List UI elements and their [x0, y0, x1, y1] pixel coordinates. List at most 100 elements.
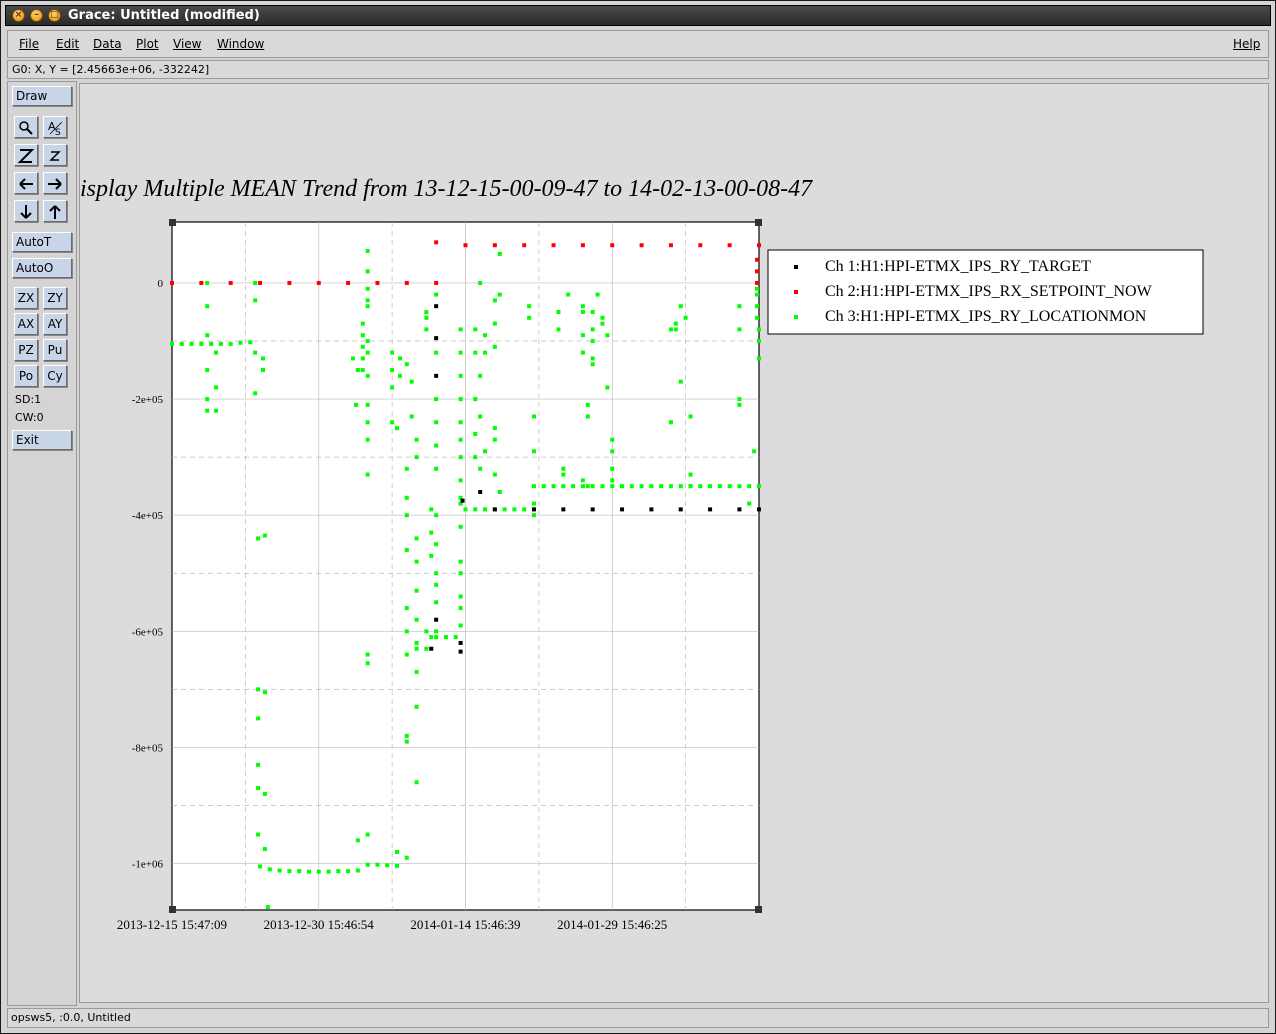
data-point: [580, 333, 585, 338]
data-point: [256, 716, 261, 721]
legend-label-ch2: Ch 2:H1:HPI-ETMX_IPS_RX_SETPOINT_NOW: [825, 283, 1153, 300]
data-point: [531, 513, 536, 518]
push-button[interactable]: Pu: [43, 339, 67, 361]
title-bar[interactable]: × – □ Grace: Untitled (modified): [5, 5, 1271, 26]
data-point: [360, 356, 365, 361]
data-point: [610, 466, 615, 471]
data-point: [365, 339, 370, 344]
corner-handle-bl[interactable]: [169, 906, 176, 913]
unzoom-z-button[interactable]: [43, 144, 67, 166]
menu-window[interactable]: Window: [217, 37, 264, 51]
autoscale-x-button[interactable]: AX: [14, 313, 38, 335]
data-point: [424, 646, 429, 651]
menu-bar: File Edit Data Plot View Window Help: [7, 30, 1269, 58]
legend[interactable]: Ch 1:H1:HPI-ETMX_IPS_RY_TARGET Ch 2:H1:H…: [767, 249, 1204, 335]
data-point: [580, 243, 585, 248]
close-icon[interactable]: ×: [12, 9, 25, 22]
zoom-z-button[interactable]: [14, 144, 38, 166]
push-zoom-button[interactable]: PZ: [14, 339, 38, 361]
data-point: [600, 321, 605, 326]
zoom-y-button[interactable]: ZY: [43, 287, 67, 309]
trend-chart: isplay Multiple MEAN Trend from 13-12-15…: [80, 176, 1204, 932]
exit-button[interactable]: Exit: [12, 430, 72, 450]
corner-handle-tl[interactable]: [169, 219, 176, 226]
corner-handle-br[interactable]: [755, 906, 762, 913]
cycle-button[interactable]: Cy: [43, 365, 67, 387]
menu-edit[interactable]: Edit: [56, 37, 79, 51]
autoscale-y-button[interactable]: AY: [43, 313, 67, 335]
data-point: [590, 484, 595, 489]
data-point: [610, 449, 615, 454]
data-point: [531, 414, 536, 419]
chart-title: isplay Multiple MEAN Trend from 13-12-15…: [80, 176, 813, 202]
scroll-right-button[interactable]: [43, 172, 67, 194]
data-point: [561, 484, 566, 489]
corner-handle-tr[interactable]: [755, 219, 762, 226]
scroll-up-button[interactable]: [43, 200, 67, 222]
data-point: [483, 333, 488, 338]
data-point: [755, 286, 760, 291]
pop-button[interactable]: Po: [14, 365, 38, 387]
autoscale-on-set-button[interactable]: AutoO: [12, 258, 72, 278]
data-point: [258, 864, 263, 869]
data-point: [404, 548, 409, 553]
data-point: [365, 304, 370, 309]
data-point: [414, 617, 419, 622]
data-point: [267, 867, 272, 872]
data-point: [434, 443, 439, 448]
draw-button[interactable]: Draw: [12, 86, 72, 106]
magnifier-icon: [19, 121, 33, 135]
data-point: [483, 350, 488, 355]
data-point: [566, 292, 571, 297]
data-point: [365, 437, 370, 442]
data-point: [752, 449, 757, 454]
menu-data[interactable]: Data: [93, 37, 122, 51]
iconify-icon[interactable]: –: [30, 9, 43, 22]
data-point: [580, 484, 585, 489]
menu-help-label: Help: [1233, 37, 1261, 51]
data-point: [478, 489, 483, 494]
data-point: [397, 373, 402, 378]
data-point: [585, 414, 590, 419]
zoom-x-button[interactable]: ZX: [14, 287, 38, 309]
data-point: [434, 373, 439, 378]
data-point: [688, 472, 693, 477]
data-point: [218, 341, 223, 346]
data-point: [473, 455, 478, 460]
data-point: [629, 484, 634, 489]
data-point: [262, 533, 267, 538]
data-point: [747, 484, 752, 489]
data-point: [424, 629, 429, 634]
data-point: [605, 333, 610, 338]
data-point: [353, 402, 358, 407]
legend-marker-ch2: [794, 290, 798, 294]
autoscale-button[interactable]: AS: [43, 116, 67, 138]
tool-panel: Draw AS AutoT AutoO ZX ZY AX AY PZ Pu Po…: [7, 81, 77, 1006]
data-point: [199, 341, 204, 346]
data-point: [757, 327, 761, 332]
maximize-icon[interactable]: □: [48, 9, 61, 22]
scroll-down-button[interactable]: [14, 200, 38, 222]
data-point: [214, 350, 219, 355]
data-point: [365, 402, 370, 407]
data-point: [605, 385, 610, 390]
data-point: [214, 385, 219, 390]
data-point: [698, 484, 703, 489]
data-point: [414, 455, 419, 460]
menu-file[interactable]: File: [19, 37, 39, 51]
data-point: [360, 321, 365, 326]
data-point: [590, 507, 595, 512]
menu-data-label: Data: [93, 37, 122, 51]
data-point: [256, 762, 261, 767]
menu-help[interactable]: Help: [1233, 37, 1260, 51]
menu-plot[interactable]: Plot: [136, 37, 159, 51]
data-point: [346, 869, 351, 874]
scroll-left-button[interactable]: [14, 172, 38, 194]
data-point: [755, 292, 760, 297]
data-point: [365, 832, 370, 837]
zoom-button[interactable]: [14, 116, 38, 138]
drawing-canvas[interactable]: isplay Multiple MEAN Trend from 13-12-15…: [79, 83, 1269, 1003]
autoticks-button[interactable]: AutoT: [12, 232, 72, 252]
data-point: [429, 646, 434, 651]
menu-view[interactable]: View: [173, 37, 201, 51]
